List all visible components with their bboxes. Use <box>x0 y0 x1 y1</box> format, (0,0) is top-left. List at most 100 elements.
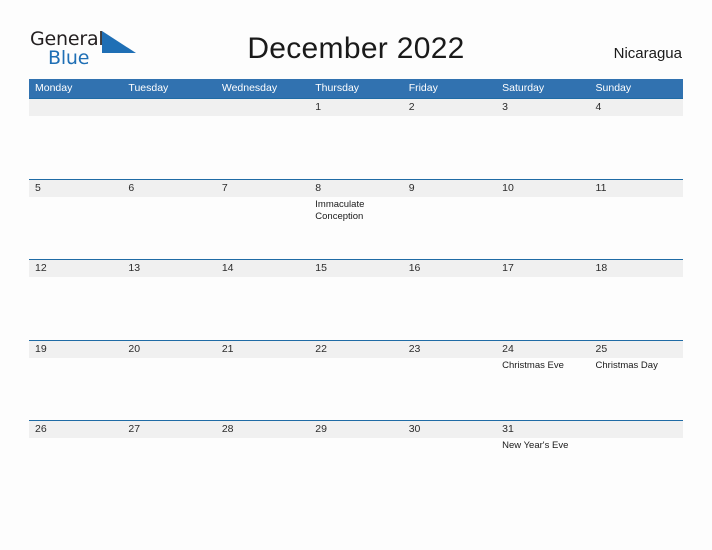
calendar-day-cell[interactable]: 20 <box>122 341 215 421</box>
day-events <box>596 197 683 199</box>
page-header: General Blue December 2022 Nicaragua <box>0 0 712 78</box>
calendar-day-cell[interactable]: 26 <box>29 421 122 501</box>
day-events <box>128 438 215 440</box>
calendar-day-cell[interactable]: 8 Immaculate Conception <box>309 180 402 260</box>
calendar-day-cell[interactable]: 29 <box>309 421 402 501</box>
day-events <box>409 116 496 118</box>
day-events <box>222 358 309 360</box>
weekday-header-sunday: Sunday <box>595 82 632 94</box>
day-events <box>502 277 589 279</box>
day-events <box>222 116 309 118</box>
calendar-day-cell[interactable] <box>122 99 215 179</box>
calendar-day-cell[interactable] <box>29 99 122 179</box>
calendar-day-cell[interactable]: 9 <box>403 180 496 260</box>
day-events <box>35 438 122 440</box>
day-number: 18 <box>595 262 608 274</box>
calendar-day-cell[interactable]: 6 <box>122 180 215 260</box>
weekday-header-monday: Monday <box>35 82 73 94</box>
day-events: Christmas Day <box>596 358 683 373</box>
calendar-day-cell[interactable]: 22 <box>309 341 402 421</box>
calendar-event[interactable]: New Year's Eve <box>502 440 589 453</box>
day-number: 7 <box>221 181 228 194</box>
calendar-day-cell[interactable]: 10 <box>496 180 589 260</box>
day-events <box>222 277 309 279</box>
day-events <box>35 197 122 199</box>
calendar-week-row: 5 6 7 8 Immaculate Conception 9 10 11 <box>29 178 683 260</box>
calendar-week-row: 19 20 21 22 23 24 Christmas Eve 25 Chris… <box>29 339 683 421</box>
calendar-day-cell[interactable]: 27 <box>122 421 215 501</box>
day-number: 13 <box>128 262 141 274</box>
calendar-day-cell[interactable] <box>590 421 683 501</box>
calendar-day-cell[interactable]: 11 <box>590 180 683 260</box>
day-number: 10 <box>502 181 514 194</box>
day-events <box>222 438 309 440</box>
calendar-day-cell[interactable]: 5 <box>29 180 122 260</box>
day-events <box>315 277 402 279</box>
country-label: Nicaragua <box>613 45 682 62</box>
day-number: 6 <box>128 181 135 194</box>
calendar-day-cell[interactable]: 13 <box>122 260 215 340</box>
calendar-day-cell[interactable]: 19 <box>29 341 122 421</box>
day-number: 22 <box>315 342 327 355</box>
calendar-day-cell[interactable]: 16 <box>403 260 496 340</box>
day-events <box>128 197 215 199</box>
day-number: 4 <box>595 101 602 113</box>
day-events <box>409 277 496 279</box>
day-number: 21 <box>221 342 234 355</box>
calendar-day-cell[interactable]: 17 <box>496 260 589 340</box>
day-events: Immaculate Conception <box>315 197 402 224</box>
day-events <box>596 438 683 440</box>
weekday-header-tuesday: Tuesday <box>128 82 169 94</box>
weekday-header-wednesday: Wednesday <box>221 82 278 94</box>
calendar-day-cell[interactable]: 23 <box>403 341 496 421</box>
calendar-day-cell[interactable]: 12 <box>29 260 122 340</box>
day-number: 24 <box>502 342 514 355</box>
day-events <box>596 116 683 118</box>
day-number: 14 <box>221 262 234 274</box>
day-events <box>409 438 496 440</box>
calendar-day-cell[interactable]: 14 <box>216 260 309 340</box>
weekday-header-saturday: Saturday <box>502 82 545 94</box>
day-number: 23 <box>408 342 421 355</box>
calendar-day-cell[interactable]: 18 <box>590 260 683 340</box>
calendar-day-cell[interactable]: 15 <box>309 260 402 340</box>
calendar-day-cell[interactable]: 1 <box>309 99 402 179</box>
day-number: 20 <box>128 342 141 355</box>
calendar-day-cell[interactable]: 28 <box>216 421 309 501</box>
day-events: New Year's Eve <box>502 438 589 453</box>
calendar-day-cell[interactable]: 24 Christmas Eve <box>496 341 589 421</box>
day-events <box>128 116 215 118</box>
calendar-day-cell[interactable] <box>216 99 309 179</box>
day-number: 19 <box>35 342 47 355</box>
day-events <box>128 277 215 279</box>
day-events <box>35 116 122 118</box>
calendar-day-cell[interactable]: 7 <box>216 180 309 260</box>
weekday-header-friday: Friday <box>408 82 438 94</box>
day-number: 30 <box>408 423 421 435</box>
calendar-day-cell[interactable]: 21 <box>216 341 309 421</box>
calendar-event[interactable]: Christmas Day <box>596 360 683 373</box>
calendar-day-cell[interactable]: 3 <box>496 99 589 179</box>
day-number: 8 <box>315 181 322 194</box>
day-events <box>35 277 122 279</box>
calendar-weekday-header: Monday Tuesday Wednesday Thursday Friday… <box>29 79 683 98</box>
calendar-day-cell[interactable]: 2 <box>403 99 496 179</box>
calendar-day-cell[interactable]: 31 New Year's Eve <box>496 421 589 501</box>
day-events <box>409 358 496 360</box>
day-events <box>409 197 496 199</box>
calendar-day-cell[interactable]: 4 <box>590 99 683 179</box>
day-events <box>502 197 589 199</box>
calendar-event[interactable]: Christmas Eve <box>502 360 589 373</box>
day-number: 29 <box>315 423 327 435</box>
day-events <box>128 358 215 360</box>
day-number: 11 <box>595 181 607 194</box>
page-title: December 2022 <box>247 32 465 65</box>
calendar-event[interactable]: Immaculate Conception <box>315 199 402 224</box>
day-number: 15 <box>315 262 327 274</box>
day-number: 3 <box>502 101 508 113</box>
day-number: 17 <box>502 262 514 274</box>
calendar-day-cell[interactable]: 25 Christmas Day <box>590 341 683 421</box>
calendar-day-cell[interactable]: 30 <box>403 421 496 501</box>
day-events <box>35 358 122 360</box>
day-number: 5 <box>35 181 41 194</box>
